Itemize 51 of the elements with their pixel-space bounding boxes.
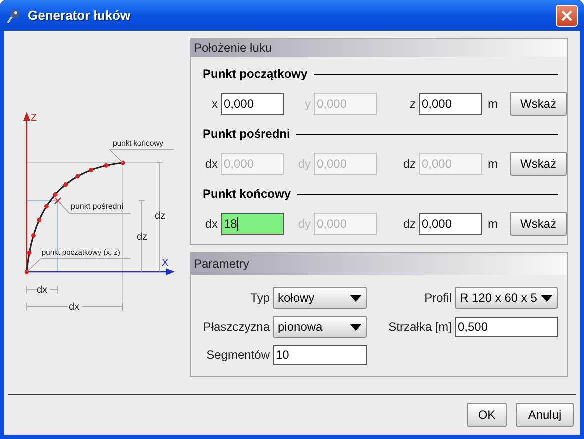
window-title: Generator łuków (28, 6, 131, 25)
input-field[interactable]: 18 (221, 213, 284, 235)
dialog-button[interactable]: OK (467, 403, 507, 427)
dropdown[interactable]: kołowy (273, 287, 367, 309)
parameter-label: Profil (424, 290, 452, 307)
input-field[interactable]: 10 (273, 345, 367, 365)
dimension-line (26, 286, 58, 294)
panel-header: Parametry (191, 253, 567, 275)
mid-point-label: punkt pośredni (71, 202, 124, 211)
axis-label: X (162, 258, 169, 269)
caret-icon (350, 294, 362, 302)
input-field[interactable]: 0,000 (419, 213, 482, 235)
field-label: dz (402, 156, 416, 173)
dimension-line (138, 200, 146, 272)
unit-label: m (488, 216, 498, 233)
dialog-button[interactable]: Anuluj (516, 403, 574, 427)
midpoint-cross-icon (54, 197, 62, 205)
parameter-label: Płaszczyzna (203, 319, 270, 336)
unit-label: m (488, 156, 498, 173)
dimension-label: dx (37, 285, 48, 296)
dimension-label: dz (155, 211, 166, 222)
dropdown[interactable]: R 120 x 60 x 5 (455, 287, 558, 309)
dimension-label: dz (137, 232, 148, 243)
parameter-label: Typ (250, 290, 270, 307)
field-label: dz (402, 216, 416, 233)
panel-header: Położenie łuku (191, 39, 567, 57)
leader-line (109, 150, 174, 164)
section-title: Punkt końcowy (203, 186, 292, 203)
caret-icon (350, 324, 362, 330)
unit-label: m (488, 96, 498, 113)
close-icon (561, 10, 573, 22)
field-label: x (211, 96, 218, 113)
parameter-label: Strzałka [m] (388, 319, 452, 336)
end-point-label: punkt końcowy (113, 139, 164, 148)
point-button[interactable]: Wskaż (510, 212, 567, 236)
point-button[interactable]: Wskaż (510, 152, 567, 176)
input-field[interactable]: 0,500 (455, 317, 558, 337)
field-label: dx (204, 216, 218, 233)
field-label: z (409, 96, 416, 113)
dropdown[interactable]: pionowa (273, 316, 367, 338)
input-field[interactable]: 0,000 (221, 93, 284, 115)
dimension-label: dx (69, 302, 80, 313)
close-button[interactable] (556, 4, 578, 26)
caret-icon (541, 294, 553, 302)
axis-label: Z (31, 113, 38, 124)
point-button[interactable]: Wskaż (510, 92, 567, 116)
field-label: dx (204, 156, 218, 173)
parameter-label: Segmentów (206, 347, 270, 364)
input-field[interactable]: 0,000 (419, 93, 482, 115)
section-title: Punkt pośredni (203, 126, 290, 143)
section-title: Punkt początkowy (203, 66, 308, 83)
